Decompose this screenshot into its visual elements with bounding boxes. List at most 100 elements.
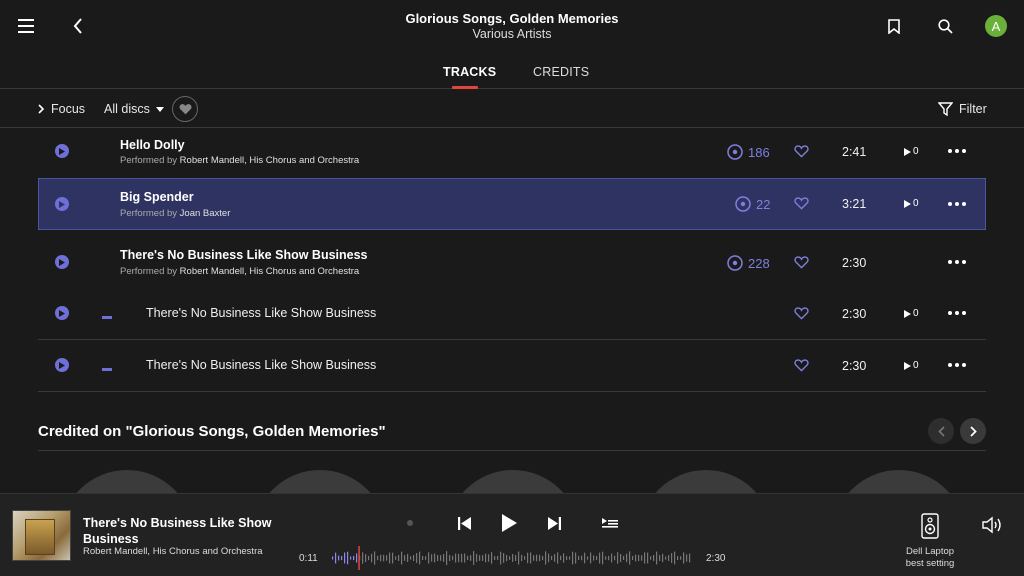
track-row[interactable]: There's No Business Like Show Business P… — [38, 230, 986, 290]
track-title: There's No Business Like Show Business — [146, 358, 377, 372]
track-row-selected[interactable]: Big Spender Performed by Joan Baxter 22 … — [38, 178, 986, 230]
plays-count: 228 — [748, 255, 770, 271]
caret-down-icon — [155, 106, 164, 112]
bookmark-icon[interactable] — [884, 16, 904, 36]
plays-count: 186 — [748, 144, 770, 160]
elapsed-time: 0:11 — [299, 553, 318, 564]
play-icon — [904, 361, 911, 370]
play-icon — [904, 309, 911, 318]
disc-selector-label: All discs — [104, 102, 150, 116]
play-track-icon[interactable] — [55, 197, 69, 211]
playhead-marker[interactable] — [358, 546, 360, 570]
play-track-icon[interactable] — [55, 306, 69, 320]
play-track-icon[interactable] — [55, 255, 69, 269]
queue-icon[interactable] — [600, 514, 620, 532]
track-duration: 3:21 — [842, 197, 867, 211]
credited-section-title: Credited on "Glorious Songs, Golden Memo… — [38, 423, 386, 440]
play-count-value: 0 — [913, 308, 919, 319]
sub-track-row[interactable]: There's No Business Like Show Business 2… — [38, 340, 986, 392]
tab-credits[interactable]: CREDITS — [533, 65, 589, 79]
tab-bar: TRACKS CREDITS — [0, 52, 1024, 89]
device-setting: best setting — [905, 558, 955, 569]
carousel-next-button[interactable] — [960, 418, 986, 444]
filter-bar: Focus All discs Filter — [0, 89, 1024, 128]
play-icon[interactable] — [497, 511, 521, 535]
waveform-progress[interactable] — [332, 546, 692, 570]
filter-button[interactable]: Filter — [938, 102, 987, 116]
plays-count: 22 — [756, 196, 771, 212]
avatar[interactable]: A — [985, 15, 1007, 37]
now-playing-title[interactable]: There's No Business Like Show Business — [83, 515, 283, 547]
performed-by-label: Performed by — [120, 155, 178, 166]
chevron-right-icon — [38, 104, 45, 114]
device-name: Dell Laptop — [905, 546, 955, 557]
play-count-value: 0 — [913, 198, 919, 209]
play-icon — [904, 199, 911, 208]
performer-name[interactable]: Robert Mandell, His Chorus and Orchestra — [180, 266, 360, 277]
chevron-left-icon — [937, 425, 945, 437]
more-options-icon[interactable] — [948, 149, 966, 153]
carousel-prev-button[interactable] — [928, 418, 954, 444]
output-device[interactable]: Dell Laptop best setting — [895, 546, 965, 570]
track-title: Big Spender — [120, 190, 194, 204]
search-icon[interactable] — [935, 16, 955, 36]
performed-by-label: Performed by — [120, 208, 178, 219]
track-performer: Performed by Robert Mandell, His Chorus … — [120, 266, 359, 277]
track-title: There's No Business Like Show Business — [146, 306, 377, 320]
sub-track-marker — [102, 316, 112, 319]
filter-label: Filter — [959, 102, 987, 116]
track-plays: 228 — [727, 255, 770, 271]
more-options-icon[interactable] — [948, 311, 966, 315]
track-title: Hello Dolly — [120, 138, 185, 152]
track-row[interactable]: Hello Dolly Performed by Robert Mandell,… — [38, 128, 986, 178]
album-cover[interactable] — [12, 510, 71, 561]
disc-selector[interactable]: All discs — [104, 102, 164, 116]
sub-track-marker — [102, 368, 112, 371]
track-plays: 22 — [735, 196, 770, 212]
play-count-value: 0 — [913, 360, 919, 371]
volume-icon[interactable] — [980, 514, 1006, 536]
sub-track-row[interactable]: There's No Business Like Show Business 2… — [38, 290, 986, 340]
play-count: 0 — [904, 308, 919, 319]
heart-icon[interactable] — [794, 255, 809, 269]
section-divider — [38, 450, 986, 451]
play-track-icon[interactable] — [55, 144, 69, 158]
performer-name[interactable]: Joan Baxter — [180, 208, 231, 219]
favorite-album-button[interactable] — [172, 96, 198, 122]
play-count-value: 0 — [913, 146, 919, 157]
play-icon — [904, 147, 911, 156]
status-dot-icon — [403, 516, 417, 530]
track-duration: 2:30 — [842, 307, 867, 321]
album-artist[interactable]: Various Artists — [312, 27, 712, 41]
back-icon[interactable] — [68, 16, 88, 36]
total-time: 2:30 — [706, 553, 726, 564]
previous-track-icon[interactable] — [455, 514, 473, 532]
more-options-icon[interactable] — [948, 260, 966, 264]
speaker-device-icon[interactable] — [918, 511, 942, 541]
tab-tracks[interactable]: TRACKS — [443, 65, 496, 79]
disc-icon — [735, 196, 751, 212]
play-track-icon[interactable] — [55, 358, 69, 372]
disc-icon — [727, 144, 743, 160]
now-playing-artist[interactable]: Robert Mandell, His Chorus and Orchestra — [83, 546, 263, 557]
performed-by-label: Performed by — [120, 266, 178, 277]
heart-icon[interactable] — [794, 306, 809, 320]
more-options-icon[interactable] — [948, 363, 966, 367]
filter-icon — [938, 102, 953, 116]
play-count: 0 — [904, 360, 919, 371]
track-performer: Performed by Joan Baxter — [120, 208, 230, 219]
play-count: 0 — [904, 146, 919, 157]
disc-icon — [727, 255, 743, 271]
track-duration: 2:30 — [842, 256, 867, 270]
more-options-icon[interactable] — [948, 202, 966, 206]
now-playing-bar: There's No Business Like Show Business R… — [0, 493, 1024, 576]
performer-name[interactable]: Robert Mandell, His Chorus and Orchestra — [180, 155, 360, 166]
focus-label: Focus — [51, 102, 86, 116]
heart-icon[interactable] — [794, 196, 809, 210]
heart-icon[interactable] — [794, 144, 809, 158]
focus-button[interactable]: Focus — [38, 102, 85, 116]
heart-icon[interactable] — [794, 358, 809, 372]
next-track-icon[interactable] — [545, 514, 563, 532]
track-plays: 186 — [727, 144, 770, 160]
menu-icon[interactable] — [16, 16, 36, 36]
